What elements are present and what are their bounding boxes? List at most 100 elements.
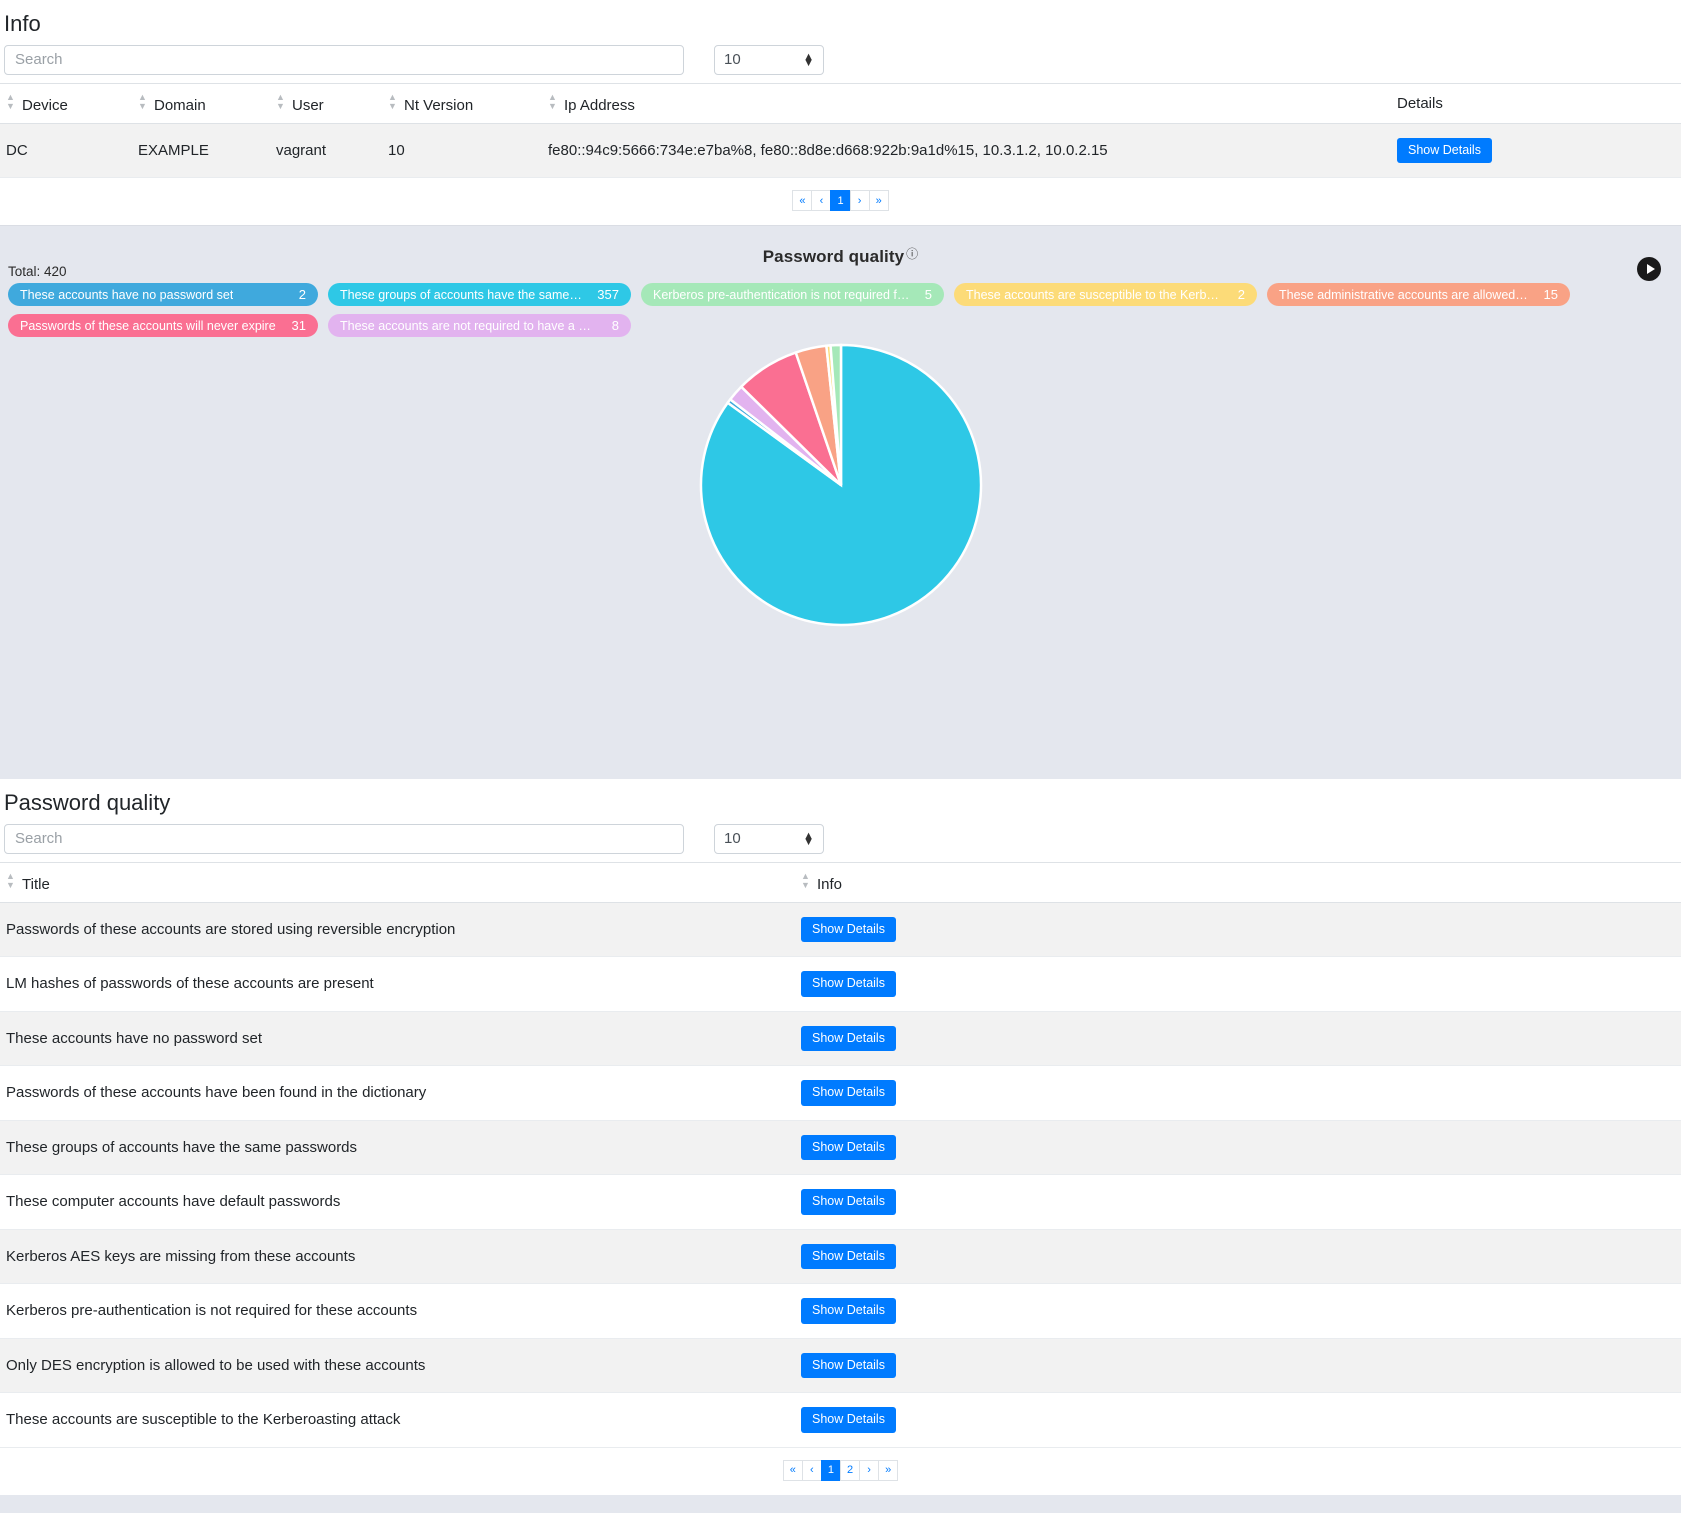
legend-label: Passwords of these accounts will never e…: [20, 318, 276, 333]
legend-value: 5: [924, 287, 932, 303]
show-details-button[interactable]: Show Details: [801, 1189, 896, 1215]
legend-label: These accounts have no password set: [20, 287, 234, 302]
show-details-button[interactable]: Show Details: [801, 1407, 896, 1433]
password-quality-chart-panel: Password quality ⓘ Total: 420 These accou…: [0, 225, 1681, 780]
legend-value: 15: [1543, 287, 1558, 303]
cell-user: vagrant: [270, 123, 382, 179]
col-domain-label: Domain: [154, 96, 206, 114]
cell-title: LM hashes of passwords of these accounts…: [0, 956, 795, 1012]
info-page-size-wrap: 10 ▲ ▼: [714, 44, 824, 75]
show-details-button[interactable]: Show Details: [801, 1243, 896, 1270]
page-next-button[interactable]: ›: [849, 190, 869, 212]
cell-info: Show Details: [795, 1174, 1681, 1230]
cell-title: Kerberos pre-authentication is not requi…: [0, 1283, 795, 1339]
legend-item-5[interactable]: Passwords of these accounts will never e…: [8, 314, 318, 338]
col-title[interactable]: ▲ ▼ Title: [0, 861, 795, 903]
chart-title: Password quality ⓘ: [0, 236, 1681, 267]
chart-title-text: Password quality: [762, 247, 905, 267]
legend-label: These accounts are susceptible to the Ke…: [966, 287, 1224, 302]
legend-item-6[interactable]: These accounts are not required to have …: [328, 314, 631, 338]
table-row: These accounts have no password set Show …: [0, 1011, 1681, 1067]
info-pagination-wrap: « ‹ 1 › »: [0, 178, 1681, 226]
show-details-button[interactable]: Show Details: [801, 1080, 896, 1106]
legend-value: 31: [291, 318, 306, 334]
page-2-button[interactable]: 2: [840, 1459, 860, 1481]
quality-search-input[interactable]: [4, 823, 684, 854]
show-details-button[interactable]: Show Details: [801, 1134, 896, 1161]
legend-item-3[interactable]: These accounts are susceptible to the Ke…: [954, 283, 1257, 307]
col-device-label: Device: [22, 96, 68, 114]
quality-pagination: « ‹ 1 2 › »: [782, 1459, 899, 1481]
legend-label: These groups of accounts have the same p…: [340, 287, 583, 302]
quality-controls: 10 ▲▼: [0, 822, 1681, 862]
col-domain[interactable]: ▲ ▼ Domain: [132, 82, 270, 124]
table-row: These accounts are susceptible to the Ke…: [0, 1392, 1681, 1448]
cell-title: Passwords of these accounts are stored u…: [0, 902, 795, 958]
legend-item-0[interactable]: These accounts have no password set 2: [8, 283, 318, 307]
info-title: Info: [4, 11, 41, 36]
quality-table-head: ▲ ▼ Title ▲ ▼ Info: [0, 861, 1681, 903]
legend-label: These administrative accounts are allowe…: [1279, 287, 1530, 302]
cell-title: Kerberos AES keys are missing from these…: [0, 1229, 795, 1285]
col-ip-address-label: Ip Address: [564, 96, 635, 114]
page-1-button[interactable]: 1: [830, 190, 850, 212]
quality-page-size-select[interactable]: 10: [714, 823, 824, 854]
play-circle-icon[interactable]: [1637, 257, 1661, 282]
sort-icon: ▲ ▼: [276, 91, 285, 111]
table-row: DC EXAMPLE vagrant 10 fe80::94c9:5666:73…: [0, 123, 1681, 179]
cell-info: Show Details: [795, 1011, 1681, 1067]
show-details-button[interactable]: Show Details: [801, 971, 896, 997]
quality-header-row: ▲ ▼ Title ▲ ▼ Info: [0, 861, 1681, 903]
legend-label: These accounts are not required to have …: [340, 318, 598, 333]
col-user[interactable]: ▲ ▼ User: [270, 82, 382, 124]
legend-item-4[interactable]: These administrative accounts are allowe…: [1267, 283, 1570, 307]
info-table-body: DC EXAMPLE vagrant 10 fe80::94c9:5666:73…: [0, 123, 1681, 179]
page-1-button[interactable]: 1: [820, 1459, 840, 1481]
cell-details: Show Details: [1391, 123, 1681, 179]
sort-icon: ▲ ▼: [6, 91, 15, 111]
col-info[interactable]: ▲ ▼ Info: [795, 861, 1681, 903]
page-prev-button[interactable]: ‹: [811, 190, 831, 212]
col-ip-address[interactable]: ▲ ▼ Ip Address: [542, 82, 1391, 124]
sort-icon: ▲ ▼: [548, 91, 557, 111]
page-next-button[interactable]: ›: [859, 1459, 879, 1481]
sort-icon: ▲ ▼: [138, 91, 147, 111]
password-quality-section: Password quality 10 ▲▼ ▲▼ Title ▲▼ Info Pa…: [0, 779, 1681, 1495]
legend-value: 2: [1237, 287, 1245, 303]
cell-title: Passwords of these accounts have been fo…: [0, 1065, 795, 1121]
page-last-button[interactable]: »: [878, 1459, 899, 1481]
cell-info: Show Details: [795, 1229, 1681, 1285]
col-device[interactable]: ▲ ▼ Device: [0, 82, 132, 124]
quality-page-size-wrap: 10 ▲ ▼: [714, 823, 824, 854]
cell-info: Show Details: [795, 1065, 1681, 1121]
info-page-size-select[interactable]: 10: [714, 44, 824, 75]
legend-value: 357: [597, 287, 619, 303]
cell-info: Show Details: [795, 956, 1681, 1012]
legend-item-1[interactable]: These groups of accounts have the same p…: [328, 283, 631, 307]
table-row: Passwords of these accounts are stored u…: [0, 902, 1681, 958]
page-first-button[interactable]: «: [792, 190, 812, 212]
quality-table-body: Passwords of these accounts are stored u…: [0, 902, 1681, 1448]
info-controls: 10 ▲▼: [0, 43, 1681, 83]
show-details-button[interactable]: Show Details: [801, 916, 896, 943]
table-row: These groups of accounts have the same p…: [0, 1120, 1681, 1176]
page-first-button[interactable]: «: [782, 1459, 802, 1481]
col-nt-version[interactable]: ▲ ▼ Nt Version: [382, 82, 542, 124]
cell-title: Only DES encryption is allowed to be use…: [0, 1338, 795, 1394]
cell-info: Show Details: [795, 1283, 1681, 1339]
show-details-button[interactable]: Show Details: [801, 1025, 896, 1052]
page-last-button[interactable]: »: [868, 190, 889, 212]
show-details-button[interactable]: Show Details: [1397, 137, 1492, 164]
show-details-button[interactable]: Show Details: [801, 1298, 896, 1324]
question-circle-icon[interactable]: ⓘ: [906, 245, 918, 262]
col-info-label: Info: [817, 875, 843, 893]
page-prev-button[interactable]: ‹: [801, 1459, 821, 1481]
cell-title: These accounts have no password set: [0, 1011, 795, 1067]
col-details-label: Details: [1397, 94, 1443, 112]
legend-item-2[interactable]: Kerberos pre-authentication is not requi…: [641, 283, 944, 307]
cell-info: Show Details: [795, 1392, 1681, 1448]
pie-chart[interactable]: [696, 340, 986, 630]
info-search-input[interactable]: [4, 44, 684, 75]
cell-ip-address: fe80::94c9:5666:734e:e7ba%8, fe80::8d8e:…: [542, 123, 1391, 179]
show-details-button[interactable]: Show Details: [801, 1352, 896, 1379]
